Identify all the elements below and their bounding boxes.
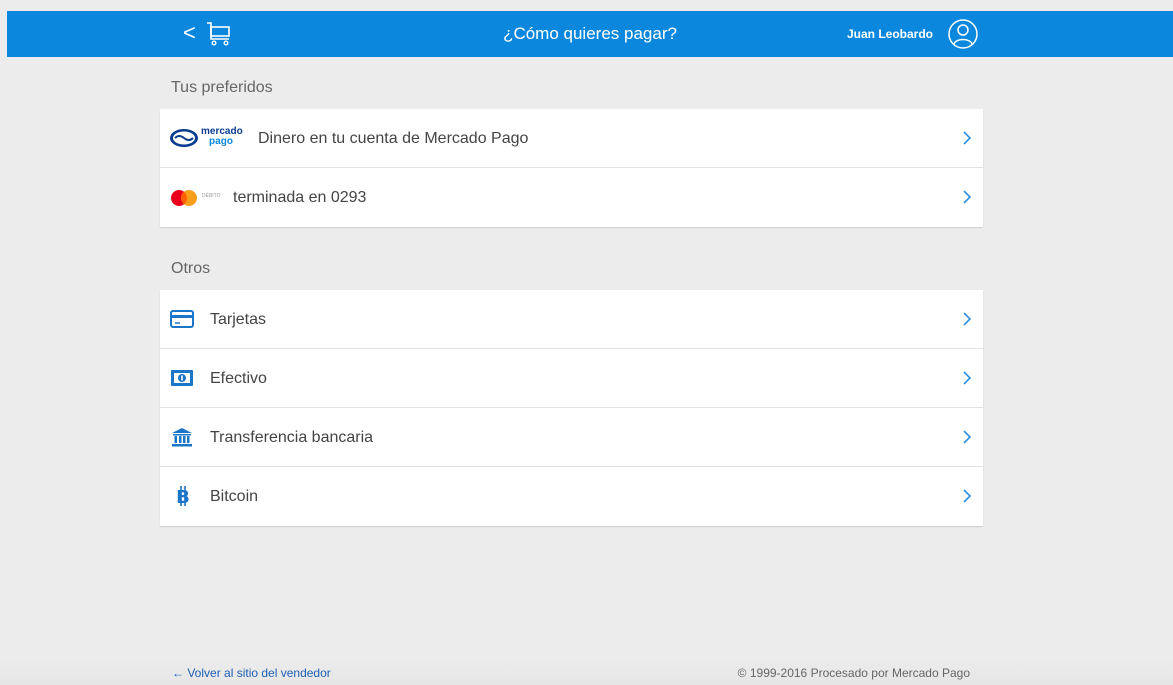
payment-option-transferencia[interactable]: Transferencia bancaria	[160, 408, 983, 467]
mercadopago-logo-bottom: pago	[209, 136, 233, 147]
cash-icon	[171, 370, 193, 386]
footer: ← Volver al sitio del vendedor © 1999-20…	[0, 658, 1173, 685]
chevron-right-icon	[963, 430, 972, 444]
chevron-right-icon	[963, 371, 972, 385]
credit-card-icon	[170, 310, 194, 328]
user-name[interactable]: Juan Leobardo	[847, 11, 933, 57]
payment-option-label: Dinero en tu cuenta de Mercado Pago	[258, 130, 529, 147]
mercadopago-logo: mercado pago	[201, 127, 243, 147]
payment-option-efectivo[interactable]: Efectivo	[160, 349, 983, 408]
chevron-right-icon	[963, 190, 972, 204]
payment-option-bitcoin[interactable]: B Bitcoin	[160, 467, 983, 526]
mercadopago-handshake-icon	[170, 129, 198, 147]
payment-option-tarjetas[interactable]: Tarjetas	[160, 290, 983, 349]
top-bar: < ¿Cómo quieres pagar? Juan Leobardo	[7, 11, 1173, 57]
user-avatar-icon[interactable]	[947, 18, 979, 50]
payment-option-mercadopago[interactable]: mercado pago Dinero en tu cuenta de Merc…	[160, 109, 983, 168]
payment-option-label: Tarjetas	[210, 311, 267, 328]
debit-badge: DÉBITO	[202, 193, 221, 199]
svg-text:B: B	[176, 487, 190, 507]
bitcoin-icon: B	[176, 486, 190, 507]
section-title-preferred: Tus preferidos	[171, 79, 273, 96]
others-list: Tarjetas Efectivo Transferencia bancaria…	[160, 290, 983, 526]
chevron-right-icon	[963, 312, 972, 326]
bank-icon	[172, 428, 192, 447]
preferred-list: mercado pago Dinero en tu cuenta de Merc…	[160, 109, 983, 227]
payment-option-label: Efectivo	[210, 370, 267, 387]
payment-option-label: Transferencia bancaria	[210, 429, 374, 446]
page-title: ¿Cómo quieres pagar?	[503, 24, 677, 43]
payment-option-label: Bitcoin	[210, 488, 259, 505]
section-title-others: Otros	[171, 260, 211, 277]
chevron-right-icon	[963, 489, 972, 503]
mastercard-icon	[171, 190, 197, 206]
chevron-right-icon	[963, 131, 972, 145]
copyright-text: © 1999-2016 Procesado por Mercado Pago	[737, 666, 970, 680]
back-to-seller-link[interactable]: ← Volver al sitio del vendedor	[172, 666, 331, 680]
payment-option-mastercard[interactable]: DÉBITO terminada en 0293	[160, 168, 983, 227]
payment-option-label: terminada en 0293	[233, 189, 367, 206]
